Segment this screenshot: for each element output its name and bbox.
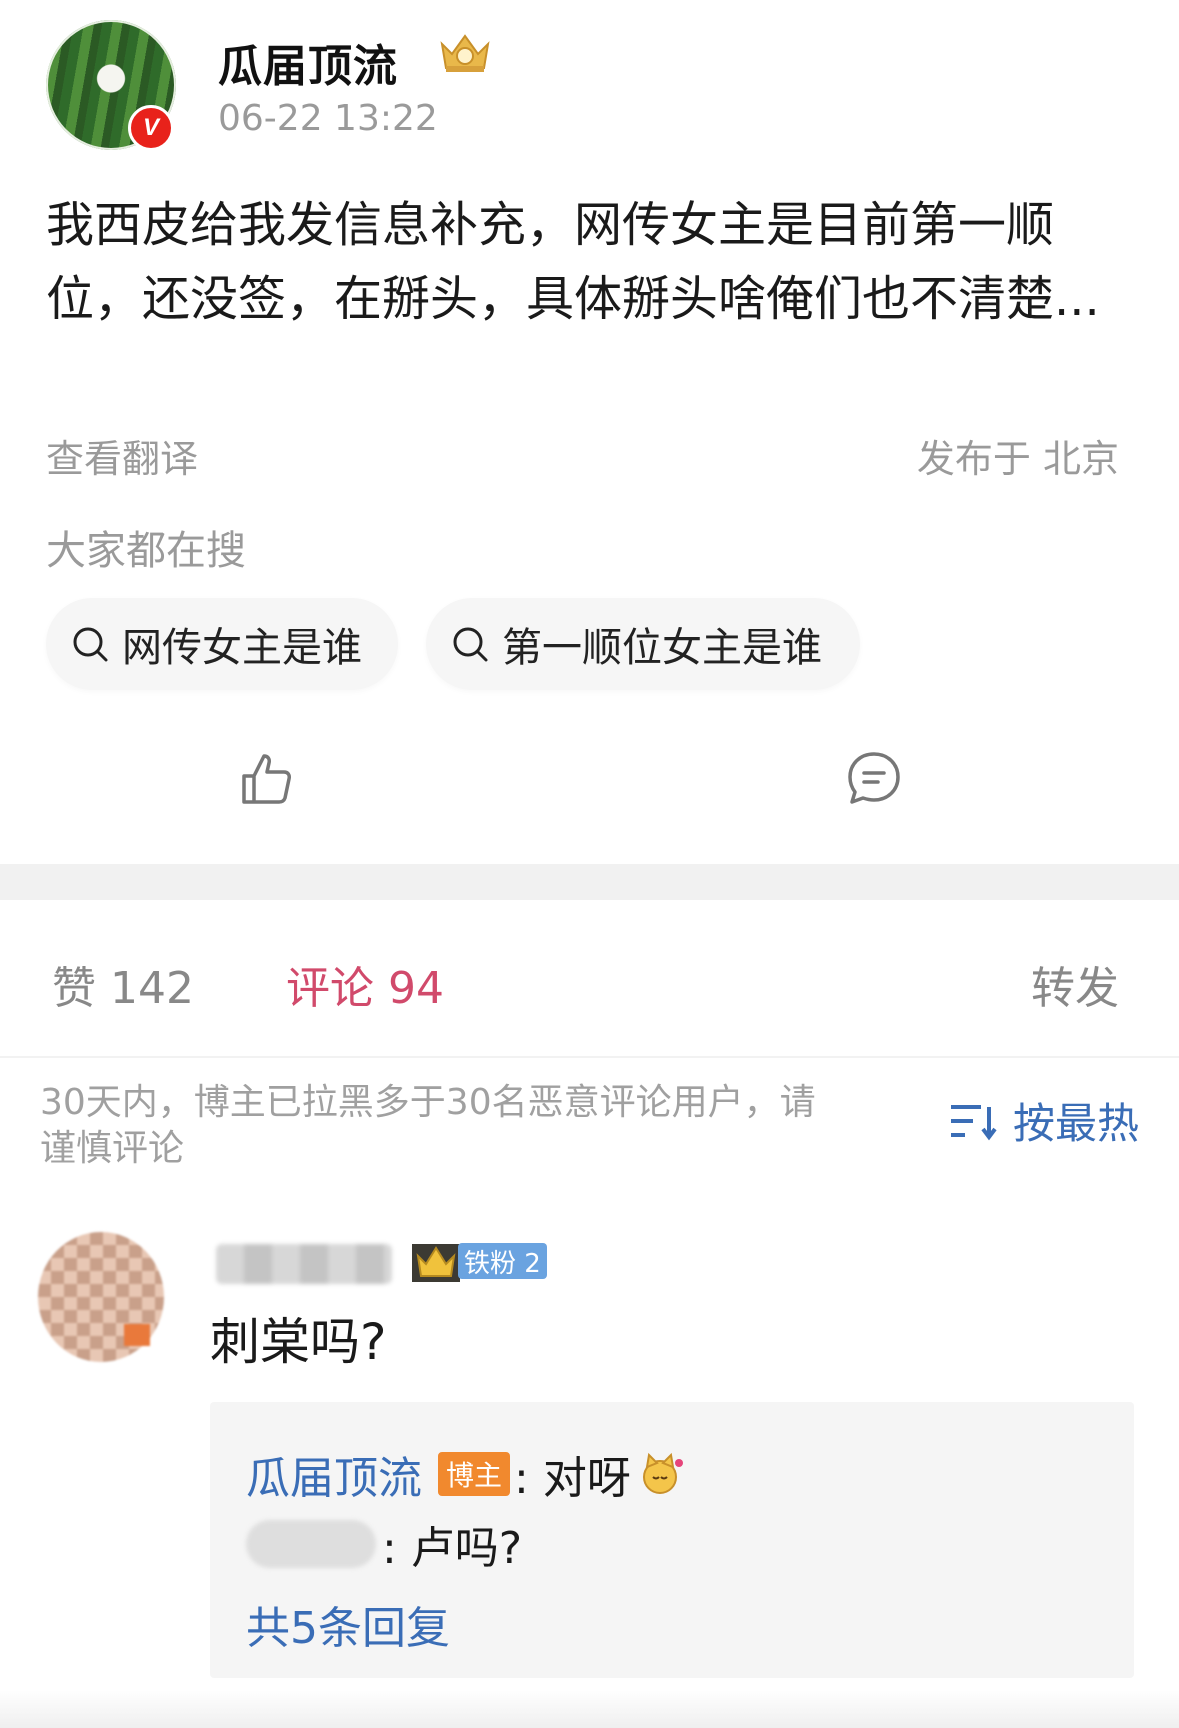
search-pill-label: 第一顺位女主是谁 <box>502 625 822 671</box>
reply-text: : 对呀 <box>514 1453 631 1504</box>
likes-tab[interactable]: 赞 142 <box>52 952 194 1016</box>
comment-notice: 30天内，博主已拉黑多于30名恶意评论用户，请谨慎评论 <box>40 1082 816 1169</box>
search-pill-2[interactable]: 第一顺位女主是谁 <box>426 598 860 690</box>
post-location: 发布于 北京 <box>916 437 1119 481</box>
bottom-fade <box>0 1690 1179 1728</box>
comments-tab[interactable]: 评论 94 <box>286 952 444 1016</box>
verified-badge: V <box>128 105 174 151</box>
reply-item[interactable]: : 卢吗? <box>246 1512 522 1576</box>
search-pill-1[interactable]: 网传女主是谁 <box>46 598 398 690</box>
fan-badge: 铁粉 2 <box>410 1238 547 1284</box>
translate-link[interactable]: 查看翻译 <box>46 428 198 483</box>
comment-text: 刺棠吗? <box>210 1313 387 1371</box>
crown-badge-icon <box>440 34 490 72</box>
post-content: 我西皮给我发信息补充，网传女主是目前第一顺位，还没签，在掰头，具体掰头啥俺们也不… <box>46 197 1100 327</box>
reply-text: : 卢吗? <box>382 1523 523 1574</box>
comment-icon[interactable] <box>844 748 904 808</box>
sort-button[interactable]: 按最热 <box>947 1090 1139 1151</box>
reply-item[interactable]: 瓜届顶流 博主 : 对呀 <box>246 1442 685 1506</box>
sort-icon <box>950 1104 997 1140</box>
crown-icon <box>412 1244 460 1282</box>
section-divider <box>0 864 1179 900</box>
cat-emoji-icon <box>642 1452 683 1494</box>
more-replies-link[interactable]: 共5条回复 <box>246 1592 450 1656</box>
reply-author[interactable]: 瓜届顶流 <box>246 1442 422 1506</box>
author-name[interactable]: 瓜届顶流 <box>218 30 398 94</box>
search-pill-label: 网传女主是谁 <box>122 625 362 671</box>
search-icon <box>73 627 108 662</box>
commenter-name-blurred[interactable] <box>216 1244 392 1284</box>
post-time: 06-22 13:22 <box>218 98 438 139</box>
reply-author-blurred[interactable] <box>246 1520 376 1568</box>
trending-search-title: 大家都在搜 <box>46 528 246 574</box>
divider <box>0 1056 1179 1058</box>
forward-tab[interactable]: 转发 <box>1031 952 1119 1016</box>
author-tag: 博主 <box>438 1452 511 1496</box>
sort-label: 按最热 <box>1012 1099 1139 1148</box>
like-icon[interactable] <box>236 748 296 808</box>
commenter-avatar[interactable] <box>38 1232 164 1362</box>
fan-level-tag: 铁粉 2 <box>458 1243 547 1279</box>
search-icon <box>453 627 488 662</box>
